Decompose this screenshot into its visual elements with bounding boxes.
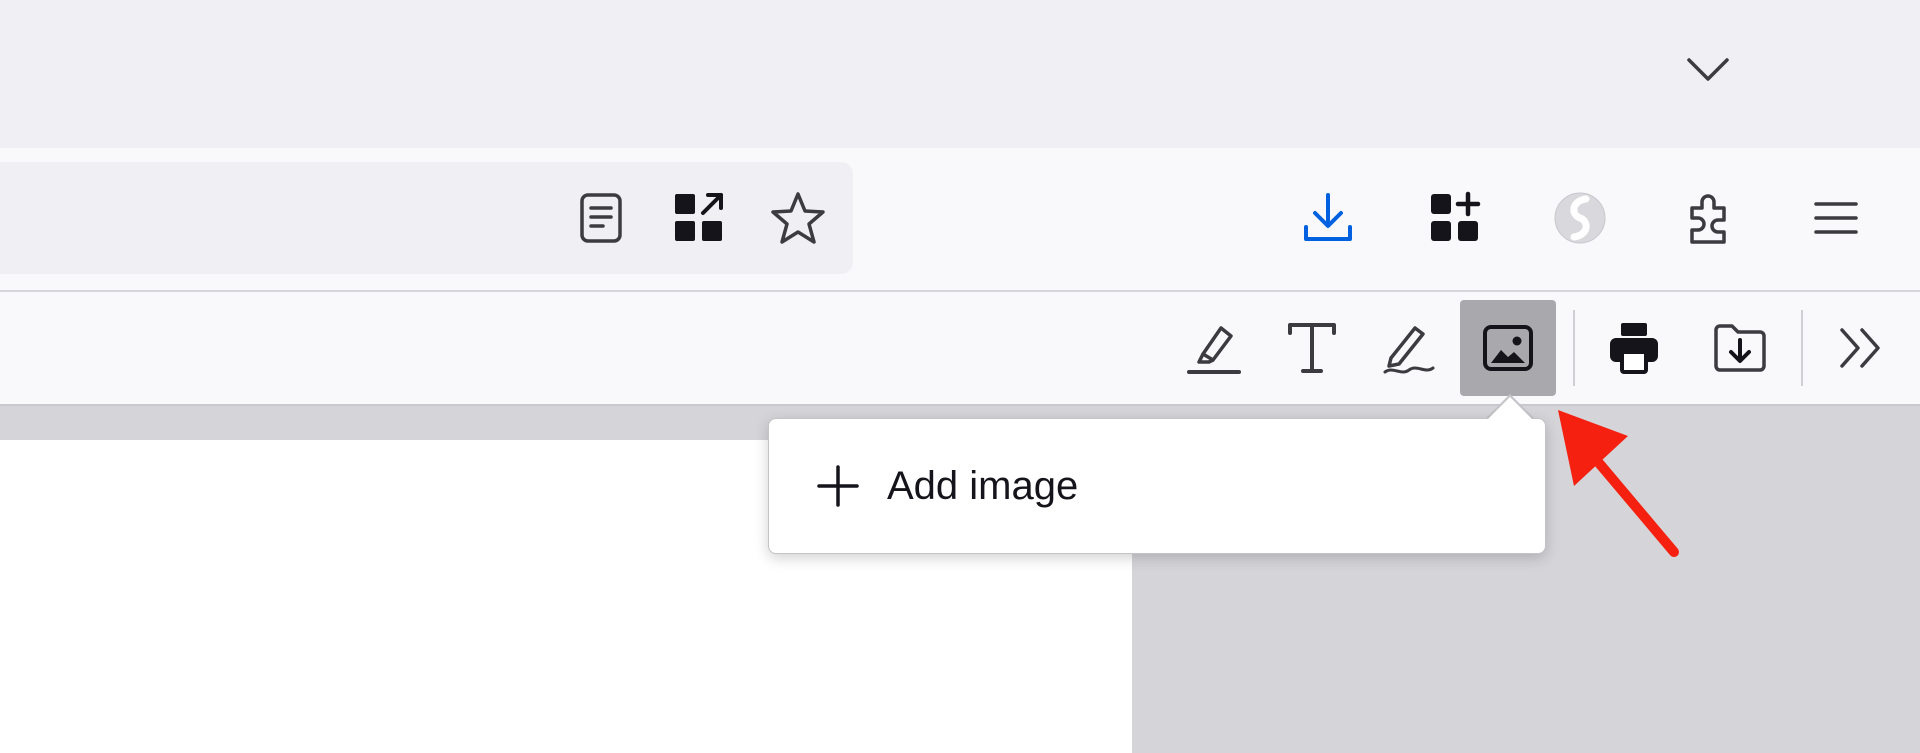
draw-tool-button[interactable] xyxy=(1360,300,1456,396)
downloads-button[interactable] xyxy=(1286,176,1370,260)
tab-strip xyxy=(0,0,1920,148)
profile-avatar-icon xyxy=(1554,192,1606,244)
list-all-tabs-button[interactable] xyxy=(1668,40,1748,100)
add-to-collection-icon xyxy=(675,193,723,241)
extensions-button[interactable] xyxy=(1668,176,1752,260)
overflow-chevrons-icon xyxy=(1840,328,1880,368)
url-bar[interactable] xyxy=(0,162,853,274)
save-button[interactable] xyxy=(1692,300,1788,396)
app-menu-icon xyxy=(1814,202,1858,234)
highlight-tool-button[interactable] xyxy=(1166,300,1262,396)
add-ons-button[interactable] xyxy=(1413,176,1497,260)
reader-view-icon xyxy=(580,193,622,243)
toolbar-separator xyxy=(1801,310,1803,386)
annotation-arrow-icon xyxy=(1558,410,1679,557)
image-tool-button[interactable] xyxy=(1460,300,1556,396)
chevron-down-icon xyxy=(1687,58,1729,81)
downloads-icon xyxy=(1304,193,1352,241)
plus-icon xyxy=(817,465,859,507)
reader-view-button[interactable] xyxy=(559,176,643,260)
print-icon xyxy=(1610,323,1658,374)
popup-pointer-fill xyxy=(1486,397,1534,421)
image-tool-icon xyxy=(1483,325,1533,371)
overflow-menu-button[interactable] xyxy=(1815,300,1907,396)
bookmark-button[interactable] xyxy=(756,176,840,260)
draw-tool-icon xyxy=(1383,326,1435,374)
bookmark-star-icon xyxy=(771,192,825,244)
pdf-toolbar xyxy=(0,292,1920,406)
add-to-collection-button[interactable] xyxy=(657,176,741,260)
add-image-label: Add image xyxy=(887,463,1079,508)
extensions-puzzle-icon xyxy=(1690,194,1726,244)
toolbar-separator xyxy=(1573,310,1575,386)
save-icon xyxy=(1714,324,1766,372)
app-menu-button[interactable] xyxy=(1794,176,1878,260)
add-image-menu-item[interactable]: Add image xyxy=(769,419,1545,553)
text-tool-icon xyxy=(1288,323,1336,373)
add-ons-grid-icon xyxy=(1431,191,1481,241)
image-tool-menu: Add image xyxy=(768,418,1546,554)
text-tool-button[interactable] xyxy=(1264,300,1360,396)
account-button[interactable] xyxy=(1538,176,1622,260)
highlight-tool-icon xyxy=(1187,326,1241,374)
print-button[interactable] xyxy=(1586,300,1682,396)
navigation-toolbar xyxy=(0,148,1920,292)
